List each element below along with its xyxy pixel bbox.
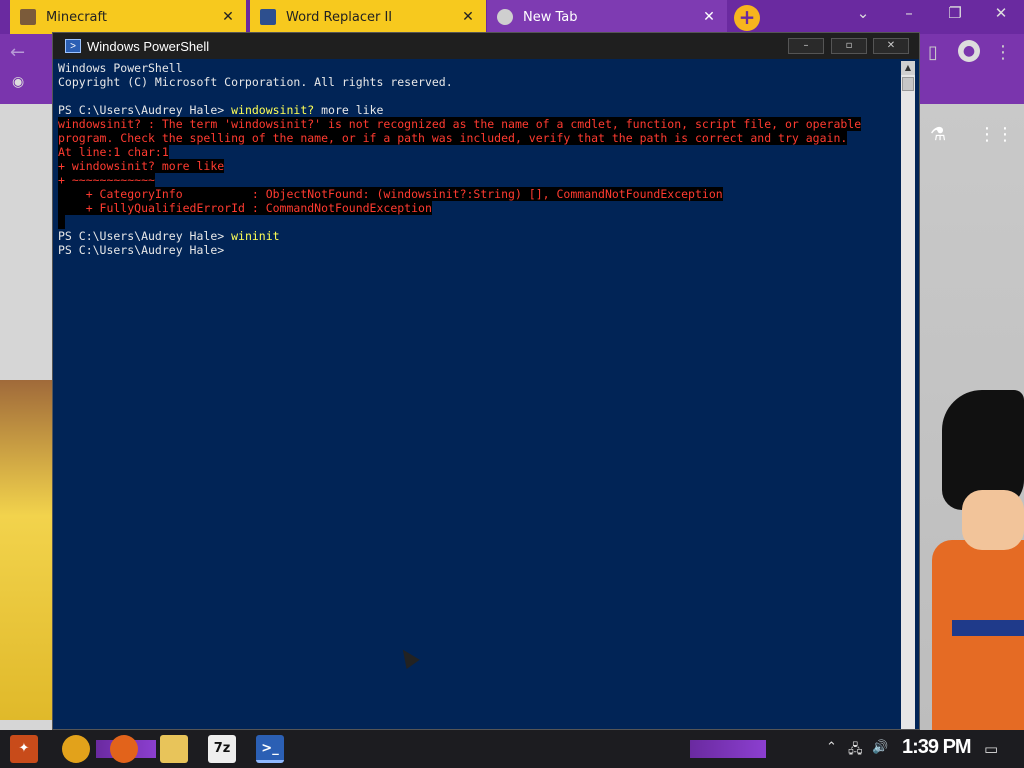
firefox-taskbar-icon[interactable] (110, 735, 138, 763)
minimize-button[interactable]: – (788, 38, 824, 54)
taskbar-accent (690, 740, 766, 758)
scroll-up-arrow-icon[interactable]: ▲ (901, 61, 915, 75)
word-replacer-icon (260, 9, 276, 25)
console-prompt: PS C:\Users\Audrey Hale> (58, 229, 232, 243)
tab-label: Word Replacer II (286, 9, 393, 25)
tray-chevron-icon[interactable]: ⌃ (826, 740, 837, 755)
close-icon[interactable]: ✕ (701, 9, 717, 25)
7zip-taskbar-icon[interactable]: 7z (208, 735, 236, 763)
powershell-icon: > (65, 39, 81, 53)
taskbar-clock[interactable]: 1:39 PM (902, 736, 972, 759)
restore-icon[interactable]: ❐ (940, 4, 970, 22)
new-tab-button[interactable]: + (734, 5, 760, 31)
tab-word-replacer[interactable]: Word Replacer II ✕ (250, 0, 486, 34)
console-error-text (58, 215, 65, 229)
vertical-scrollbar[interactable]: ▲ (901, 61, 915, 729)
pc-icon[interactable]: ◉ (12, 74, 24, 90)
tab-new-tab[interactable]: New Tab ✕ (487, 0, 727, 34)
close-window-icon[interactable]: ✕ (986, 4, 1016, 22)
console-error-text: + FullyQualifiedErrorId : CommandNotFoun… (58, 201, 432, 215)
console-line (58, 215, 898, 229)
console-error-text: + windowsinit? more like (58, 159, 225, 173)
network-icon[interactable]: 🖧 (848, 740, 863, 762)
console-line: + ~~~~~~~~~~~~ (58, 173, 898, 187)
console-line: At line:1 char:1 (58, 145, 898, 159)
console-text: Copyright (C) Microsoft Corporation. All… (58, 75, 453, 89)
console-line: Copyright (C) Microsoft Corporation. All… (58, 75, 898, 89)
console-prompt: PS C:\Users\Audrey Hale> (58, 103, 232, 117)
notifications-icon[interactable]: ▭ (984, 740, 998, 758)
taskbar: ✦ 7z >_ (0, 730, 1024, 768)
powershell-window[interactable]: > Windows PowerShell – ▫ ✕ Windows Power… (52, 32, 920, 730)
console-output[interactable]: Windows PowerShell Copyright (C) Microsof… (58, 61, 898, 721)
browser-tabstrip: Minecraft ✕ Word Replacer II ✕ New Tab ✕… (0, 0, 1024, 34)
back-icon[interactable]: ← (10, 42, 25, 63)
console-line: + CategoryInfo : ObjectNotFound: (window… (58, 187, 898, 201)
close-icon[interactable]: ✕ (220, 9, 236, 25)
console-error-text: + ~~~~~~~~~~~~ (58, 173, 155, 187)
window-title: Windows PowerShell (87, 38, 210, 54)
sidebar-icon[interactable]: ▯ (928, 42, 938, 63)
labs-flask-icon[interactable]: ⚗ (930, 124, 946, 145)
console-line: Windows PowerShell (58, 61, 898, 75)
desktop: Minecraft ✕ Word Replacer II ✕ New Tab ✕… (0, 0, 1024, 768)
console-text: Windows PowerShell (58, 61, 183, 75)
console-line: program. Check the spelling of the name,… (58, 131, 898, 145)
profile-avatar-icon[interactable]: ● (958, 40, 980, 62)
console-line: PS C:\Users\Audrey Hale> wininit (58, 229, 898, 243)
console-line: + FullyQualifiedErrorId : CommandNotFoun… (58, 201, 898, 215)
close-icon[interactable]: ✕ (460, 9, 476, 25)
console-line: PS C:\Users\Audrey Hale> windowsinit? mo… (58, 103, 898, 117)
console-error-text: program. Check the spelling of the name,… (58, 131, 848, 145)
console-command: wininit (231, 229, 280, 243)
start-button[interactable]: ✦ (10, 735, 38, 763)
chrome-icon (497, 9, 513, 25)
minecraft-icon (20, 9, 36, 25)
console-error-text: + CategoryInfo : ObjectNotFound: (window… (58, 187, 723, 201)
scroll-thumb[interactable] (902, 77, 914, 91)
chrome-taskbar-icon[interactable] (62, 735, 90, 763)
console-text: PS C:\Users\Audrey Hale> (58, 243, 225, 257)
close-button[interactable]: ✕ (873, 38, 909, 54)
console-command: windowsinit? (231, 103, 315, 117)
chevron-down-icon[interactable]: ⌄ (848, 4, 878, 22)
tab-minecraft[interactable]: Minecraft ✕ (10, 0, 246, 34)
minimize-icon[interactable]: – (894, 4, 924, 22)
console-line: PS C:\Users\Audrey Hale> (58, 243, 898, 257)
volume-icon[interactable]: 🔊 (872, 740, 888, 755)
background-character-left (0, 380, 52, 720)
background-character-right (922, 390, 1024, 730)
console-error-text: windowsinit? : The term 'windowsinit?' i… (58, 117, 862, 131)
file-explorer-icon[interactable] (160, 735, 188, 763)
console-error-text: At line:1 char:1 (58, 145, 169, 159)
tab-label: Minecraft (46, 9, 107, 25)
maximize-button[interactable]: ▫ (831, 38, 867, 54)
tab-label: New Tab (523, 9, 578, 25)
powershell-taskbar-icon[interactable]: >_ (256, 735, 284, 763)
apps-grid-icon[interactable]: ⋮⋮ (978, 124, 1014, 145)
console-line: + windowsinit? more like (58, 159, 898, 173)
menu-dots-icon[interactable]: ⋮ (994, 42, 1012, 63)
console-line: windowsinit? : The term 'windowsinit?' i… (58, 117, 898, 131)
console-args: more like (314, 103, 384, 117)
